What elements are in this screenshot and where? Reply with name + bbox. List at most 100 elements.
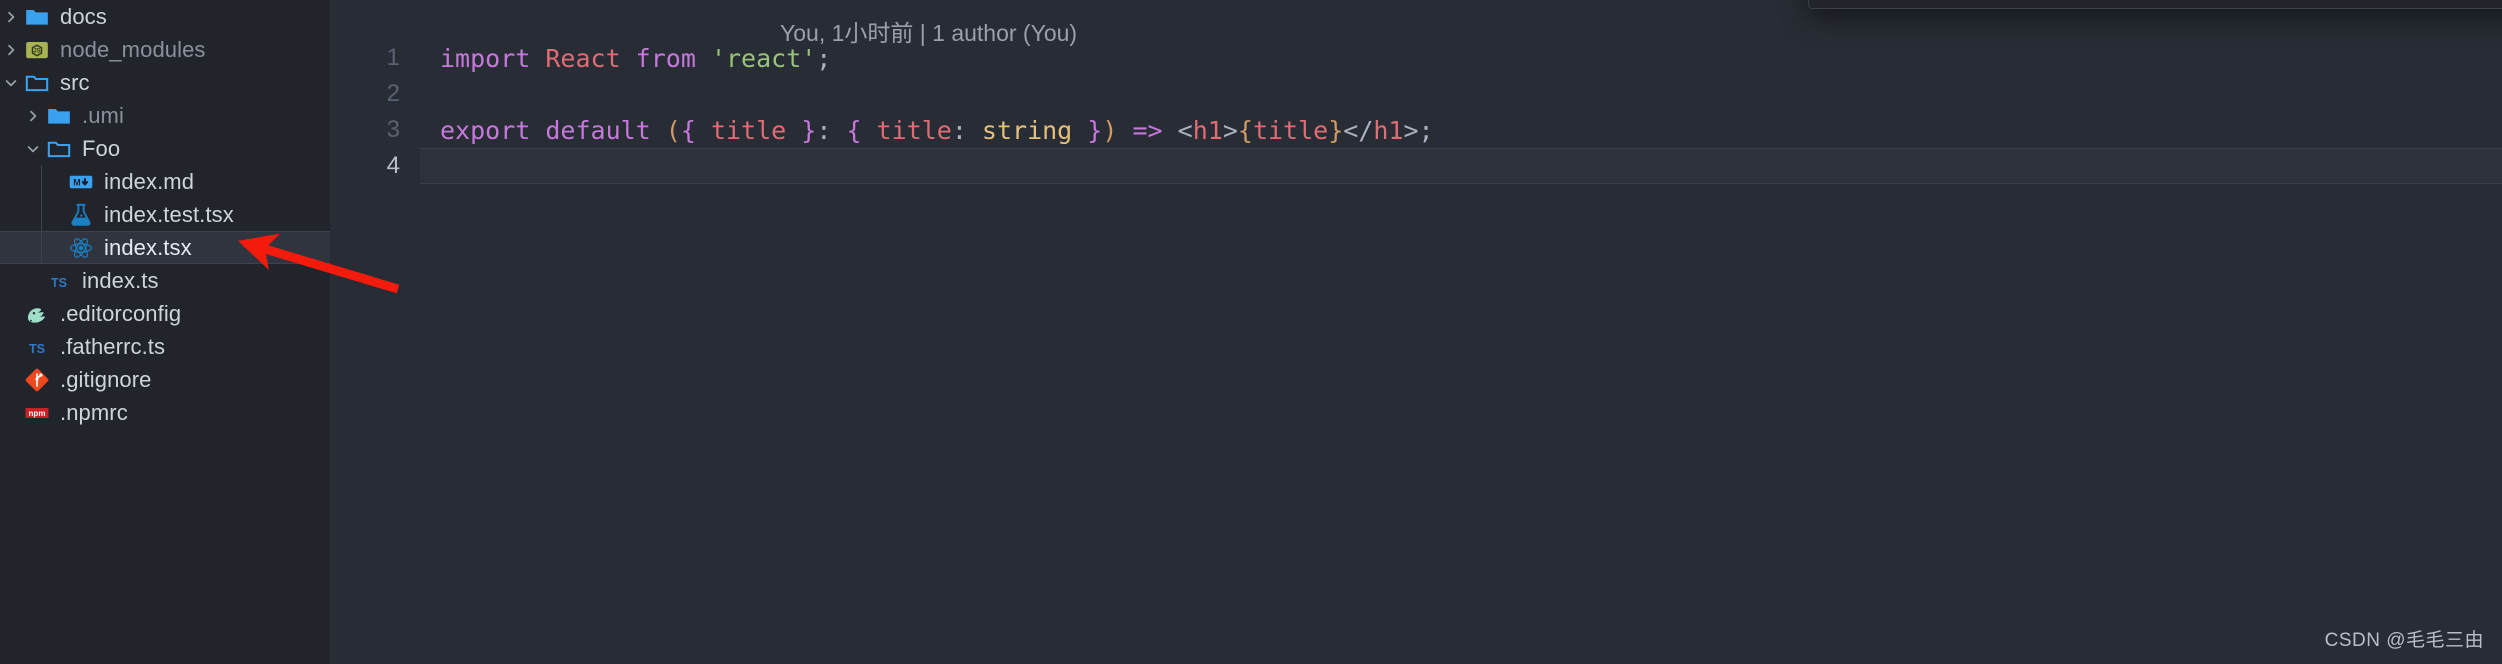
react-icon	[66, 235, 96, 261]
code-line[interactable]: 2	[330, 76, 2502, 112]
chevron-down-icon[interactable]	[22, 141, 44, 157]
code-token: from	[635, 43, 711, 73]
tree-row-label: node_modules	[60, 36, 206, 62]
code-token: :	[816, 115, 847, 145]
tree-row-gitignore[interactable]: .gitignore	[0, 363, 330, 396]
folder-open-icon	[44, 136, 74, 162]
code-token: h1	[1373, 115, 1404, 145]
editorconfig-icon	[22, 301, 52, 327]
tree-row-src[interactable]: src	[0, 66, 330, 99]
code-token: <	[1177, 115, 1193, 145]
svg-text:TS: TS	[51, 275, 67, 289]
tree-row-umi[interactable]: .umi	[0, 99, 330, 132]
file-tree: docs JS node_modules src .umi Foo Mindex.md ind…	[0, 0, 330, 429]
code-token: import	[440, 43, 546, 73]
tree-row-index-tsx[interactable]: index.tsx	[0, 231, 330, 264]
floating-panel[interactable]	[1808, 0, 2502, 9]
code-token: }	[1328, 115, 1344, 145]
line-number: 3	[386, 116, 400, 143]
chevron-down-icon[interactable]	[0, 75, 22, 91]
code-line-text[interactable]: import React from 'react';	[420, 44, 2502, 73]
typescript-icon: TS	[22, 334, 52, 360]
chevron-right-icon[interactable]	[0, 9, 22, 25]
code-line[interactable]: 1 import React from 'react';	[330, 40, 2502, 76]
line-number: 4	[386, 152, 400, 179]
tree-row-fatherrc-ts[interactable]: TS .fatherrc.ts	[0, 330, 330, 363]
code-token: :	[951, 115, 982, 145]
tree-row-label: .fatherrc.ts	[60, 333, 166, 359]
indent-guide	[41, 198, 42, 231]
code-token: title	[876, 115, 952, 145]
code-editor[interactable]: You, 1小时前 | 1 author (You) 1 import React…	[330, 0, 2502, 664]
code-token: )	[1102, 115, 1118, 145]
tree-row-docs[interactable]: docs	[0, 0, 330, 33]
tree-row-label: index.test.tsx	[104, 201, 234, 227]
code-token: {	[1237, 115, 1253, 145]
npm-icon: npm	[22, 400, 52, 426]
code-line-text[interactable]	[420, 148, 2502, 184]
chevron-right-icon[interactable]	[22, 108, 44, 124]
tree-row-index-ts[interactable]: TS index.ts	[0, 264, 330, 297]
svg-text:TS: TS	[29, 341, 45, 355]
folder-icon	[44, 103, 74, 129]
code-token: >	[1222, 115, 1238, 145]
code-token: }	[1072, 115, 1103, 145]
node-folder-icon: JS	[22, 37, 52, 63]
code-token: title	[710, 115, 787, 145]
code-token: {	[846, 115, 877, 145]
folder-icon	[22, 4, 52, 30]
svg-text:JS: JS	[33, 48, 40, 54]
tree-row-label: .npmrc	[60, 399, 128, 425]
tree-row-label: Foo	[82, 135, 121, 161]
code-token: h1	[1192, 115, 1223, 145]
tree-row-node-modules[interactable]: JS node_modules	[0, 33, 330, 66]
tree-row-label: src	[60, 69, 90, 95]
file-explorer-sidebar: docs JS node_modules src .umi Foo Mindex.md ind…	[0, 0, 330, 664]
code-line[interactable]: 3 export default ({ title }: { title: str…	[330, 112, 2502, 148]
code-token: {	[680, 115, 711, 145]
tree-row-label: index.md	[104, 168, 195, 194]
tree-row-index-test-tsx[interactable]: index.test.tsx	[0, 198, 330, 231]
code-token: >	[1403, 115, 1419, 145]
tree-row-index-md[interactable]: Mindex.md	[0, 165, 330, 198]
code-token: string	[981, 115, 1073, 145]
vscode-window: docs JS node_modules src .umi Foo Mindex.md ind…	[0, 0, 2502, 664]
code-token: </	[1343, 115, 1374, 145]
code-token: }	[786, 115, 817, 145]
tree-row-label: .editorconfig	[60, 300, 182, 326]
code-token: React	[545, 43, 636, 73]
tree-row-label: .gitignore	[60, 366, 152, 392]
line-number: 2	[386, 80, 400, 107]
code-token: title	[1252, 115, 1329, 145]
code-token: ;	[1418, 115, 1434, 145]
svg-text:npm: npm	[29, 409, 46, 418]
tree-row-editorconfig[interactable]: .editorconfig	[0, 297, 330, 330]
csdn-watermark: CSDN @毛毛三由	[2324, 630, 2484, 651]
tree-row-npmrc[interactable]: npm .npmrc	[0, 396, 330, 429]
code-token: (	[665, 115, 681, 145]
code-token: =>	[1132, 115, 1163, 145]
indent-guide	[41, 232, 42, 263]
markdown-icon: M	[66, 169, 96, 195]
tree-row-label: .umi	[82, 102, 124, 128]
code-line-text[interactable]: export default ({ title }: { title: stri…	[420, 116, 2502, 145]
tree-row-label: docs	[60, 3, 107, 29]
test-flask-icon	[66, 202, 96, 228]
svg-text:M: M	[73, 177, 80, 187]
code-token: ;	[816, 43, 832, 73]
typescript-icon: TS	[44, 268, 74, 294]
tree-row-foo[interactable]: Foo	[0, 132, 330, 165]
tree-row-label: index.ts	[82, 267, 159, 293]
code-token: export default	[440, 115, 666, 145]
tree-row-label: index.tsx	[104, 234, 192, 260]
chevron-right-icon[interactable]	[0, 42, 22, 58]
code-line[interactable]: 4	[330, 148, 2502, 184]
indent-guide	[41, 165, 42, 198]
folder-open-icon	[22, 70, 52, 96]
code-lines[interactable]: 1 import React from 'react'; 2 3 export defa…	[330, 40, 2502, 184]
line-number: 1	[386, 44, 400, 71]
git-icon	[22, 367, 52, 393]
code-token: 'react'	[710, 43, 817, 73]
